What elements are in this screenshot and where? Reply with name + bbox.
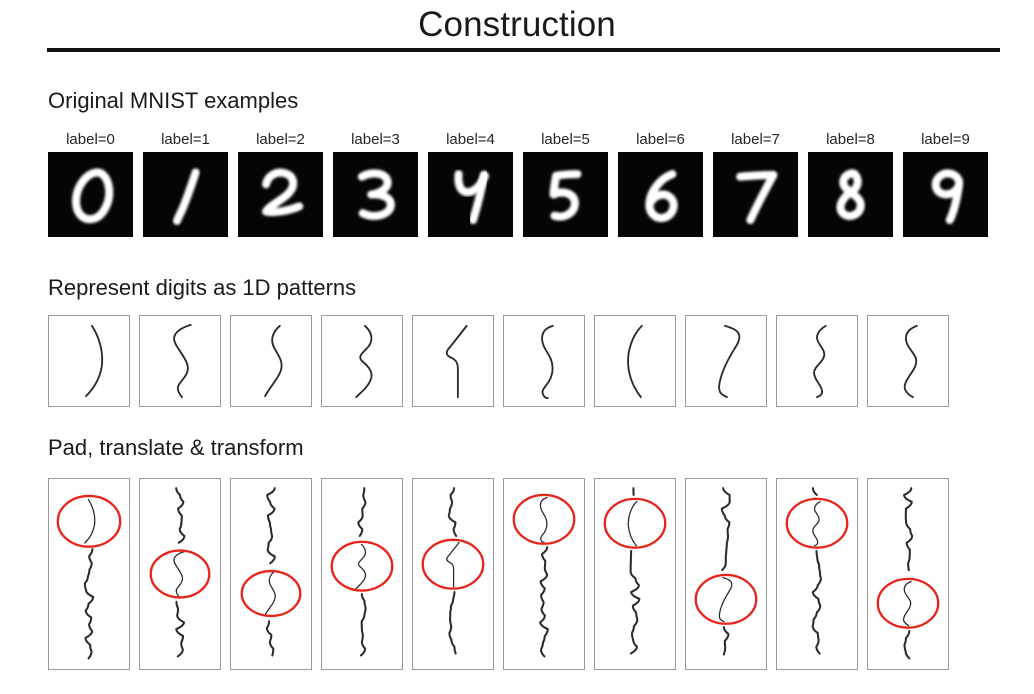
mnist-cell-9: label=9 xyxy=(903,131,988,237)
pad-panel-2 xyxy=(230,478,312,670)
pad-transform-row xyxy=(48,478,949,670)
pattern-box-9 xyxy=(867,315,949,407)
mnist-tile-4 xyxy=(428,152,513,237)
mnist-cell-6: label=6 xyxy=(618,131,703,237)
mnist-label-2: label=2 xyxy=(256,131,305,148)
highlight-ellipse xyxy=(876,577,940,629)
mnist-cell-1: label=1 xyxy=(143,131,228,237)
mnist-label-4: label=4 xyxy=(446,131,495,148)
mnist-cell-5: label=5 xyxy=(523,131,608,237)
pattern-box-3 xyxy=(321,315,403,407)
mnist-label-9: label=9 xyxy=(921,131,970,148)
pattern-box-2 xyxy=(230,315,312,407)
mnist-cell-8: label=8 xyxy=(808,131,893,237)
mnist-label-0: label=0 xyxy=(66,131,115,148)
pad-panel-0 xyxy=(48,478,130,670)
mnist-tile-0 xyxy=(48,152,133,237)
pad-panel-7 xyxy=(685,478,767,670)
pattern-box-4 xyxy=(412,315,494,407)
pattern-box-0 xyxy=(48,315,130,407)
mnist-label-5: label=5 xyxy=(541,131,590,148)
mnist-tile-3 xyxy=(333,152,418,237)
pad-panel-6 xyxy=(594,478,676,670)
highlight-ellipse xyxy=(512,493,576,545)
pattern-box-7 xyxy=(685,315,767,407)
section-heading-pad: Pad, translate & transform xyxy=(48,435,304,460)
mnist-tile-8 xyxy=(808,152,893,237)
mnist-label-8: label=8 xyxy=(826,131,875,148)
mnist-tile-7 xyxy=(713,152,798,237)
mnist-tile-6 xyxy=(618,152,703,237)
pad-panel-8 xyxy=(776,478,858,670)
pad-panel-3 xyxy=(321,478,403,670)
highlight-ellipse xyxy=(149,549,211,599)
mnist-cell-4: label=4 xyxy=(428,131,513,237)
pattern-box-5 xyxy=(503,315,585,407)
mnist-cell-3: label=3 xyxy=(333,131,418,237)
mnist-label-6: label=6 xyxy=(636,131,685,148)
pad-panel-5 xyxy=(503,478,585,670)
mnist-tile-9 xyxy=(903,152,988,237)
slide-page: Construction Original MNIST examples Rep… xyxy=(0,0,1034,694)
pad-panel-1 xyxy=(139,478,221,670)
mnist-label-3: label=3 xyxy=(351,131,400,148)
mnist-label-1: label=1 xyxy=(161,131,210,148)
page-title: Construction xyxy=(418,5,616,44)
title-divider xyxy=(47,48,1000,52)
highlight-ellipse xyxy=(694,573,758,625)
mnist-cell-7: label=7 xyxy=(713,131,798,237)
pattern-row xyxy=(48,315,949,407)
pad-panel-4 xyxy=(412,478,494,670)
section-heading-mnist: Original MNIST examples xyxy=(48,88,299,113)
highlight-ellipse xyxy=(603,497,667,549)
section-heading-pattern: Represent digits as 1D patterns xyxy=(48,275,357,300)
mnist-tile-5 xyxy=(523,152,608,237)
mnist-label-7: label=7 xyxy=(731,131,780,148)
mnist-examples-row: label=0 label=1 label=2 label=3 label=4 … xyxy=(48,131,988,237)
mnist-tile-2 xyxy=(238,152,323,237)
mnist-cell-0: label=0 xyxy=(48,131,133,237)
mnist-cell-2: label=2 xyxy=(238,131,323,237)
pattern-box-1 xyxy=(139,315,221,407)
pattern-box-6 xyxy=(594,315,676,407)
highlight-ellipse xyxy=(240,569,302,618)
pattern-box-8 xyxy=(776,315,858,407)
pad-panel-9 xyxy=(867,478,949,670)
mnist-tile-1 xyxy=(143,152,228,237)
